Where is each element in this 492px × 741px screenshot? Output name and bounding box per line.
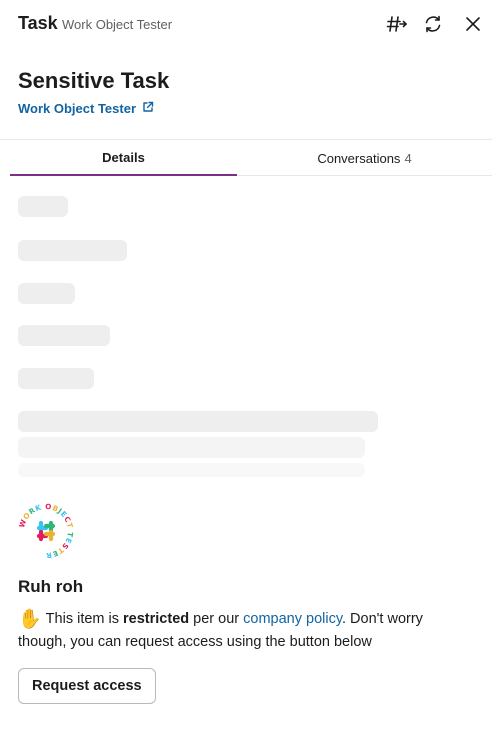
skeleton-line [18,196,68,217]
tab-details-label: Details [102,149,145,165]
refresh-icon [423,14,443,34]
skeleton-line [18,368,94,389]
app-link[interactable]: Work Object Tester [18,101,154,116]
skeleton-line [18,325,110,346]
app-link-label: Work Object Tester [18,101,136,116]
message-bold-text: restricted [123,611,190,627]
message-text-mid: per our [193,611,240,627]
skeleton-line [18,283,75,304]
close-button[interactable] [461,12,485,36]
work-object-tester-logo: WORK OBJECT TESTER [17,502,74,560]
refresh-button[interactable] [421,12,445,36]
restricted-heading: Ruh roh [18,577,84,596]
tab-conversations-label: Conversations [317,150,401,166]
restricted-message: ✋ This item is restricted per our company… [18,608,458,653]
close-icon [465,16,481,32]
message-text-before: This item is [45,611,119,627]
skeleton-line [18,463,365,477]
external-link-icon [142,101,154,116]
tab-details[interactable]: Details [10,140,237,176]
item-title: Sensitive Task [18,68,170,93]
conversations-count: 4 [404,150,412,166]
raised-hand-icon: ✋ [18,609,42,630]
request-access-button[interactable]: Request access [18,668,156,704]
skeleton-line [18,437,365,458]
skeleton-line [18,411,378,432]
modal-title: Task [18,13,58,33]
modal-header: Task Work Object Tester [0,0,492,48]
modal-subtitle: Work Object Tester [62,17,173,32]
skeleton-line [18,240,127,261]
tab-bar: Details Conversations 4 [10,140,492,176]
company-policy-link[interactable]: company policy [243,611,342,627]
share-to-channel-button[interactable] [385,12,409,36]
channel-share-icon [386,14,408,34]
tab-conversations[interactable]: Conversations 4 [237,140,492,176]
